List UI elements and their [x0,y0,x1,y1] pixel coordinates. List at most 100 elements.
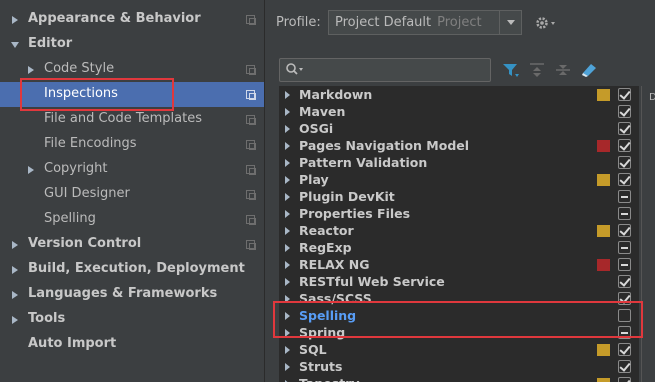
sidebar-item-auto-import[interactable]: Auto Import [0,332,264,357]
eraser-icon[interactable] [580,61,598,79]
sidebar-item-inspections[interactable]: Inspections [0,82,264,107]
severity-indicator [597,140,610,152]
chevron-right-icon[interactable] [285,227,290,235]
expand-all-icon[interactable] [528,61,546,79]
copy-icon [246,240,256,250]
sidebar-item-gui-designer[interactable]: GUI Designer [0,182,264,207]
chevron-right-icon[interactable] [10,265,20,275]
tree-row[interactable]: Properties Files [279,205,639,222]
chevron-right-icon[interactable] [285,176,290,184]
tree-row[interactable]: OSGi [279,120,639,137]
inspection-checkbox[interactable] [618,207,631,220]
chevron-right-icon[interactable] [285,108,290,116]
inspection-checkbox[interactable] [618,139,631,152]
sidebar-item-code-style[interactable]: Code Style [0,57,264,82]
sidebar-item-label: Version Control [28,236,142,251]
chevron-right-icon[interactable] [285,295,290,303]
inspection-checkbox[interactable] [618,292,631,305]
chevron-right-icon[interactable] [285,193,290,201]
chevron-right-icon[interactable] [10,15,20,25]
search-input[interactable] [279,58,491,82]
inspections-tree[interactable]: Markdown Maven OSGi Pages Navigation Model P… [279,86,639,382]
chevron-right-icon[interactable] [285,329,290,337]
sidebar-item-version-control[interactable]: Version Control [0,232,264,257]
tree-row[interactable]: Play [279,171,639,188]
inspection-checkbox[interactable] [618,360,631,373]
inspection-checkbox[interactable] [618,156,631,169]
chevron-down-icon[interactable] [499,11,521,34]
sidebar-item-file-encodings[interactable]: File Encodings [0,132,264,157]
chevron-right-icon[interactable] [285,125,290,133]
search-icon [285,62,305,82]
tree-row[interactable]: Struts [279,358,639,375]
sidebar-item-editor[interactable]: Editor [0,32,264,57]
gear-icon[interactable] [534,14,560,32]
tree-row[interactable]: Reactor [279,222,639,239]
profile-dropdown[interactable]: Project Default Project [328,10,522,35]
inspection-checkbox[interactable] [618,309,631,322]
sidebar-item-file-and-code-templates[interactable]: File and Code Templates [0,107,264,132]
inspection-checkbox[interactable] [618,326,631,339]
sidebar-item-label: Languages & Frameworks [28,286,218,301]
inspection-checkbox[interactable] [618,275,631,288]
tree-row-label: Spring [299,325,346,340]
sidebar-item-appearance-behavior[interactable]: Appearance & Behavior [0,7,264,32]
sidebar-item-languages-frameworks[interactable]: Languages & Frameworks [0,282,264,307]
chevron-down-icon[interactable] [10,40,20,50]
chevron-right-icon[interactable] [285,244,290,252]
inspection-checkbox[interactable] [618,224,631,237]
tree-row-label: Properties Files [299,206,411,221]
chevron-right-icon[interactable] [285,91,290,99]
sidebar-item-copyright[interactable]: Copyright [0,157,264,182]
tree-row[interactable]: Pages Navigation Model [279,137,639,154]
tree-row[interactable]: SQL [279,341,639,358]
inspection-checkbox[interactable] [618,377,631,382]
sidebar-item-tools[interactable]: Tools [0,307,264,332]
sidebar-item-build-execution-deployment[interactable]: Build, Execution, Deployment [0,257,264,282]
inspection-checkbox[interactable] [618,88,631,101]
tree-row[interactable]: Tapestry [279,375,639,382]
tree-row[interactable]: RegExp [279,239,639,256]
chevron-right-icon[interactable] [10,315,20,325]
inspection-checkbox[interactable] [618,258,631,271]
sidebar-item-label: Code Style [44,61,115,76]
chevron-right-icon[interactable] [285,346,290,354]
chevron-right-icon[interactable] [285,363,290,371]
sidebar-item-spelling[interactable]: Spelling [0,207,264,232]
tree-row[interactable]: RELAX NG [279,256,639,273]
chevron-right-icon[interactable] [10,240,20,250]
tree-row[interactable]: Sass/SCSS [279,290,639,307]
chevron-right-icon[interactable] [285,159,290,167]
severity-indicator [597,259,610,271]
chevron-right-icon[interactable] [285,278,290,286]
filter-icon[interactable] [502,61,520,79]
collapse-all-icon[interactable] [554,61,572,79]
inspection-checkbox[interactable] [618,122,631,135]
inspection-checkbox[interactable] [618,190,631,203]
tree-row[interactable]: Spring [279,324,639,341]
tree-row-label: Spelling [299,308,357,323]
chevron-right-icon[interactable] [26,65,36,75]
inspection-checkbox[interactable] [618,105,631,118]
tree-row[interactable]: Plugin DevKit [279,188,639,205]
chevron-right-icon[interactable] [285,312,290,320]
inspection-checkbox[interactable] [618,241,631,254]
chevron-right-icon[interactable] [285,142,290,150]
tree-row-label: Maven [299,104,346,119]
tree-row[interactable]: Maven [279,103,639,120]
chevron-right-icon[interactable] [285,261,290,269]
sidebar-item-label: File and Code Templates [44,111,202,126]
tree-row[interactable]: RESTful Web Service [279,273,639,290]
tree-row-label: Plugin DevKit [299,189,395,204]
chevron-right-icon[interactable] [10,290,20,300]
inspection-checkbox[interactable] [618,343,631,356]
inspection-checkbox[interactable] [618,173,631,186]
tree-row-label: Play [299,172,329,187]
tree-row-label: RegExp [299,240,352,255]
tree-row[interactable]: Spelling [279,307,639,324]
tree-row[interactable]: Pattern Validation [279,154,639,171]
chevron-right-icon[interactable] [26,165,36,175]
chevron-right-icon[interactable] [285,210,290,218]
copy-icon [246,165,256,175]
tree-row[interactable]: Markdown [279,86,639,103]
